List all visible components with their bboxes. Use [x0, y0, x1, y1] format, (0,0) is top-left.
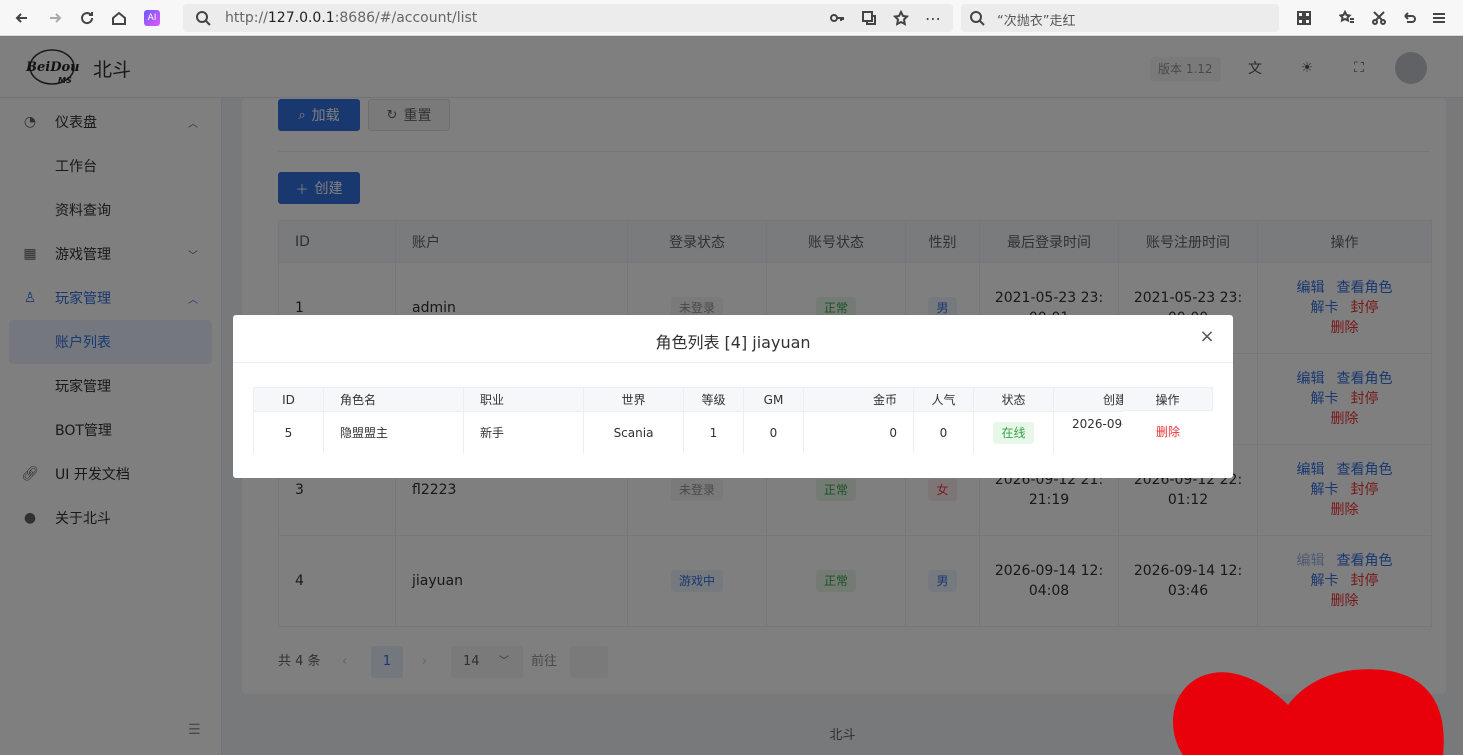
favorites-icon[interactable] — [1335, 6, 1359, 30]
cell-id: 5 — [253, 411, 324, 453]
column-header: 金币 — [803, 387, 914, 412]
cell-world: Scania — [583, 411, 684, 453]
close-icon[interactable]: × — [1199, 328, 1215, 346]
column-header: GM — [743, 387, 804, 412]
search-suggestion: “次抛衣”走红 — [997, 14, 1076, 29]
cell-role-name: 隐盟盟主 — [323, 411, 464, 453]
column-header: 状态 — [973, 387, 1054, 412]
undo-icon[interactable] — [1397, 6, 1421, 30]
url-scheme: http:// — [225, 10, 268, 26]
role-list-dialog: 角色列表 [4] jiayuan × ID 角色名 职业 世界 等级 GM 金币… — [233, 315, 1233, 478]
apps-icon[interactable] — [1292, 6, 1316, 30]
cell-meso: 0 — [803, 411, 914, 453]
forward-icon[interactable] — [43, 6, 67, 30]
column-header: 等级 — [683, 387, 744, 412]
role-table: ID 角色名 职业 世界 等级 GM 金币 人气 状态 创建 5 隐盟盟主 新手… — [253, 387, 1213, 453]
cell-gm: 0 — [743, 411, 804, 453]
column-header: 人气 — [913, 387, 974, 412]
column-header: ID — [253, 387, 324, 412]
search-icon — [191, 6, 215, 30]
back-icon[interactable] — [10, 6, 34, 30]
column-header: 操作 — [1123, 387, 1213, 411]
browser-search-input[interactable]: “次抛衣”走红 — [961, 4, 1279, 32]
ai-icon[interactable]: AI — [140, 6, 164, 30]
translate-icon[interactable] — [857, 6, 881, 30]
search-icon — [965, 6, 989, 30]
cell-ops: 删除 — [1123, 411, 1213, 453]
red-redaction-mark — [1173, 669, 1444, 755]
url-text: http://127.0.0.1:8686/#/account/list — [225, 10, 477, 26]
divider — [233, 362, 1233, 363]
dialog-title: 角色列表 [4] jiayuan — [655, 333, 811, 352]
role-table-wrapper[interactable]: ID 角色名 职业 世界 等级 GM 金币 人气 状态 创建 5 隐盟盟主 新手… — [253, 387, 1213, 453]
cell-state: 在线 — [973, 411, 1054, 453]
star-icon[interactable] — [889, 6, 913, 30]
status-badge: 在线 — [993, 421, 1034, 444]
browser-toolbar: AI http://127.0.0.1:8686/#/account/list … — [0, 0, 1463, 36]
key-icon[interactable] — [825, 6, 849, 30]
fixed-ops-column: 操作 删除 — [1123, 387, 1213, 453]
column-header: 职业 — [463, 387, 584, 412]
menu-icon[interactable] — [1427, 6, 1451, 30]
column-header: 角色名 — [323, 387, 464, 412]
cell-job: 新手 — [463, 411, 584, 453]
cell-fame: 0 — [913, 411, 974, 453]
address-bar[interactable]: http://127.0.0.1:8686/#/account/list ⋯ — [183, 4, 953, 32]
table-header-row: ID 角色名 职业 世界 等级 GM 金币 人气 状态 创建 — [253, 387, 1213, 412]
delete-role-link[interactable]: 删除 — [1156, 425, 1180, 439]
reload-icon[interactable] — [75, 6, 99, 30]
scissors-icon[interactable] — [1367, 6, 1391, 30]
url-path: :8686/#/account/list — [334, 10, 478, 26]
url-host: 127.0.0.1 — [267, 10, 335, 26]
cell-level: 1 — [683, 411, 744, 453]
table-row: 5 隐盟盟主 新手 Scania 1 0 0 0 在线 2026-09- — [253, 411, 1213, 453]
column-header: 世界 — [583, 387, 684, 412]
home-icon[interactable] — [107, 6, 131, 30]
ai-badge: AI — [144, 10, 160, 26]
more-icon[interactable]: ⋯ — [921, 6, 945, 30]
